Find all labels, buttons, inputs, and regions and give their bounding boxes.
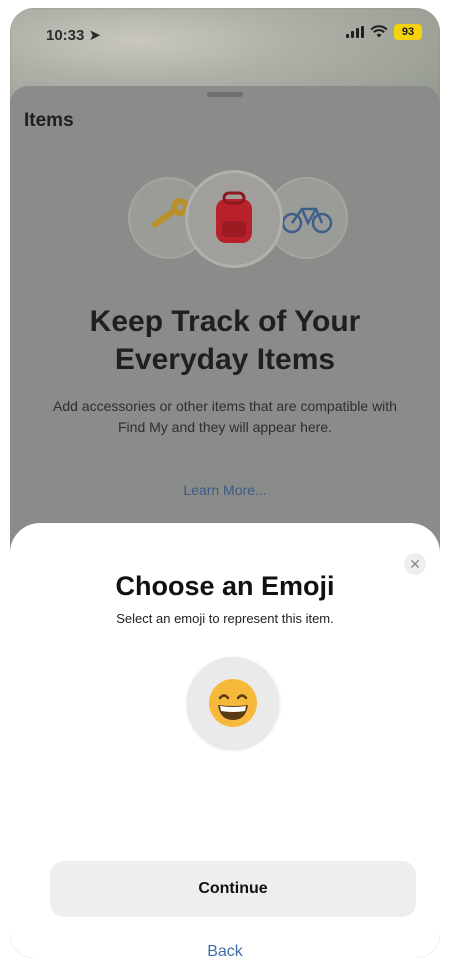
headline-line-1: Keep Track of Your [89,305,361,338]
status-time: 10:33 ➤ [46,27,102,44]
continue-button[interactable]: Continue [50,861,416,917]
emoji-picker-button[interactable] [187,657,279,749]
back-button[interactable]: Back [10,943,440,958]
modal-title: Choose an Emoji [115,571,335,601]
key-icon [151,198,189,228]
sheet-grabber[interactable] [207,92,243,97]
bicycle-icon [281,207,333,234]
backpack-icon [216,191,252,243]
phone-screen: 10:33 ➤ 93 Items Keep Track of Your Ever… [10,8,440,958]
status-bar: 10:33 ➤ 93 [10,8,440,58]
status-icons: 93 [346,24,422,40]
battery-indicator: 93 [394,24,422,40]
cellular-signal-icon [346,26,364,38]
choose-emoji-sheet: ✕ Choose an Emoji Select an emoji to rep… [10,523,440,958]
wifi-icon [370,25,388,38]
grinning-face-emoji-icon [209,679,257,727]
empty-state-headline: Keep Track of Your Everyday Items [10,303,440,379]
empty-state-description: Add accessories or other items that are … [53,398,397,435]
items-title: Items [24,110,74,131]
location-arrow-icon: ➤ [88,27,102,44]
items-illustration [130,173,346,278]
headline-line-2: Everyday Items [114,343,336,376]
backpack-circle [188,173,280,265]
learn-more-link[interactable]: Learn More... [10,482,440,498]
modal-subtitle: Select an emoji to represent this item. [116,611,334,626]
